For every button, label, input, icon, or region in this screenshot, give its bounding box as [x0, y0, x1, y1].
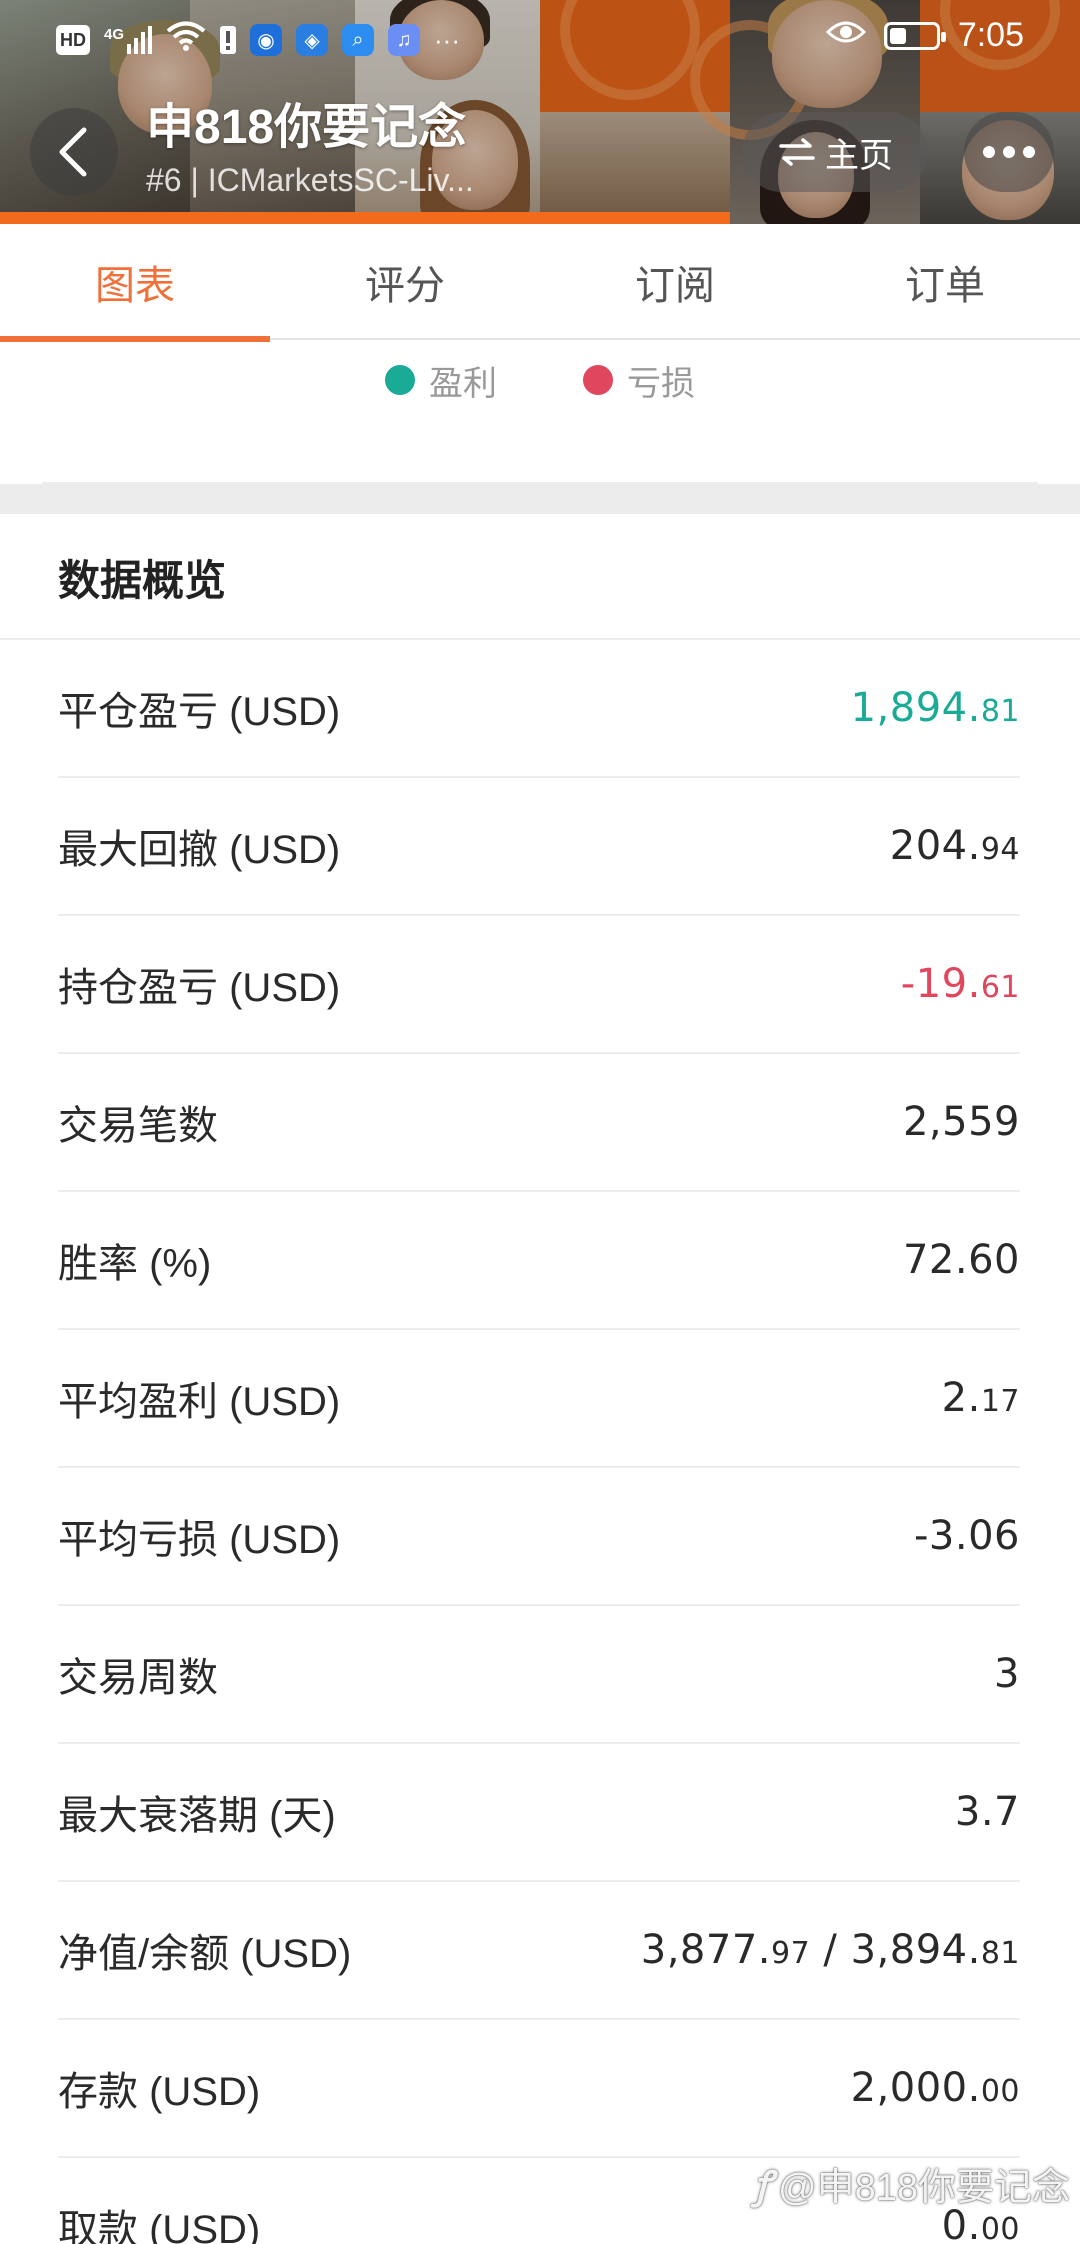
legend-profit-label: 盈利 [429, 364, 497, 403]
stat-row-avg-profit: 平均盈利 (USD) 2.17 [58, 1330, 1020, 1468]
overview-list: 平仓盈亏 (USD) 1,894.81 最大回撤 (USD) 204.94 持仓… [58, 640, 1020, 2244]
stat-row-equity-balance: 净值/余额 (USD) 3,877.97 / 3,894.81 [58, 1882, 1020, 2020]
stat-value: 2.17 [941, 1375, 1020, 1421]
alert-icon [220, 26, 237, 54]
screen: HD 4G ◉ ◈ ⌕ ♫ ··· 7:05 申818你要记念 #6 | ICM… [0, 0, 1080, 2244]
status-bar: HD 4G ◉ ◈ ⌕ ♫ ··· 7:05 [0, 0, 1080, 80]
stat-row-trade-count: 交易笔数 2,559 [58, 1054, 1020, 1192]
home-button[interactable]: 主页 [742, 112, 928, 192]
hd-badge: HD [56, 25, 90, 55]
stat-label: 交易周数 [58, 1656, 218, 1700]
profit-dot-icon [385, 365, 415, 395]
profile-name: 申818你要记念 [146, 101, 467, 154]
stat-value: 1,894.81 [850, 685, 1020, 731]
legend-loss: 亏损 [583, 356, 695, 405]
stat-label: 取款 (USD) [58, 2208, 261, 2244]
wifi-icon [166, 20, 206, 60]
stat-row-closed-pnl: 平仓盈亏 (USD) 1,894.81 [58, 640, 1020, 778]
tab-orders[interactable]: 订单 [810, 224, 1080, 340]
stat-row-max-decline-period: 最大衰落期 (天) 3.7 [58, 1744, 1020, 1882]
legend-loss-label: 亏损 [627, 364, 695, 403]
clock: 7:05 [957, 16, 1024, 54]
stat-value: -3.06 [914, 1513, 1020, 1559]
profile-title-block: 申818你要记念 #6 | ICMarketsSC-Liv... [146, 98, 566, 202]
stat-row-avg-loss: 平均亏损 (USD) -3.06 [58, 1468, 1020, 1606]
battery-icon [883, 21, 946, 50]
stat-label: 存款 (USD) [58, 2070, 261, 2114]
more-options-button[interactable] [964, 112, 1054, 192]
stat-value: 72.60 [902, 1237, 1020, 1283]
stat-value: 2,559 [902, 1099, 1020, 1145]
account-subtitle: #6 | ICMarketsSC-Liv... [146, 162, 474, 198]
eye-icon [825, 16, 866, 55]
stat-row-max-drawdown: 最大回撤 (USD) 204.94 [58, 778, 1020, 916]
stat-label: 交易笔数 [58, 1104, 218, 1148]
stat-label: 平均盈利 (USD) [58, 1380, 341, 1424]
stat-label: 最大衰落期 (天) [58, 1794, 336, 1838]
stat-label: 持仓盈亏 (USD) [58, 966, 341, 1010]
stat-value: -19.61 [900, 961, 1020, 1007]
section-separator [0, 484, 1080, 514]
tab-chart[interactable]: 图表 [0, 224, 270, 342]
stat-label: 胜率 (%) [58, 1242, 212, 1286]
stat-value: 2,000.00 [850, 2065, 1020, 2111]
cellular-signal-icon: 4G [104, 26, 153, 54]
bulb-app-icon: ◈ [296, 24, 329, 56]
stat-value: 3,877.97 / 3,894.81 [640, 1927, 1020, 1973]
watermark-text: @申818你要记念 [778, 2167, 1070, 2209]
stat-value: 204.94 [889, 823, 1020, 869]
stat-row-win-rate: 胜率 (%) 72.60 [58, 1192, 1020, 1330]
music-app-icon: ♫ [388, 24, 421, 56]
stat-value: 3.7 [954, 1789, 1020, 1835]
tab-bar: 图表 评分 订阅 订单 [0, 224, 1080, 342]
watermark: ꝭ @申818你要记念 [754, 2156, 1070, 2211]
tab-subscribe[interactable]: 订阅 [540, 224, 810, 340]
browser-app-icon: ◉ [250, 24, 283, 56]
home-button-label: 主页 [825, 136, 893, 175]
chart-legend: 盈利 亏损 [0, 356, 1080, 404]
switch-icon [779, 138, 815, 166]
stat-label: 平仓盈亏 (USD) [58, 690, 341, 734]
stat-label: 净值/余额 (USD) [58, 1932, 352, 1976]
stat-row-deposit: 存款 (USD) 2,000.00 [58, 2020, 1020, 2158]
stat-value: 3 [994, 1651, 1020, 1697]
loss-dot-icon [583, 365, 613, 395]
stat-row-open-pnl: 持仓盈亏 (USD) -19.61 [58, 916, 1020, 1054]
search-app-icon: ⌕ [342, 24, 375, 56]
stat-label: 最大回撤 (USD) [58, 828, 341, 872]
profile-header: HD 4G ◉ ◈ ⌕ ♫ ··· 7:05 申818你要记念 #6 | ICM… [0, 0, 1080, 224]
overview-title: 数据概览 [58, 556, 227, 604]
chevron-left-icon [59, 127, 87, 177]
legend-profit: 盈利 [385, 356, 497, 405]
more-notifications-icon: ··· [434, 24, 460, 55]
stat-label: 平均亏损 (USD) [58, 1518, 341, 1562]
more-icon [983, 146, 995, 158]
watermark-logo-icon: ꝭ [754, 2164, 773, 2207]
tab-rating[interactable]: 评分 [270, 224, 540, 340]
back-button[interactable] [30, 108, 118, 196]
stat-row-trading-weeks: 交易周数 3 [58, 1606, 1020, 1744]
